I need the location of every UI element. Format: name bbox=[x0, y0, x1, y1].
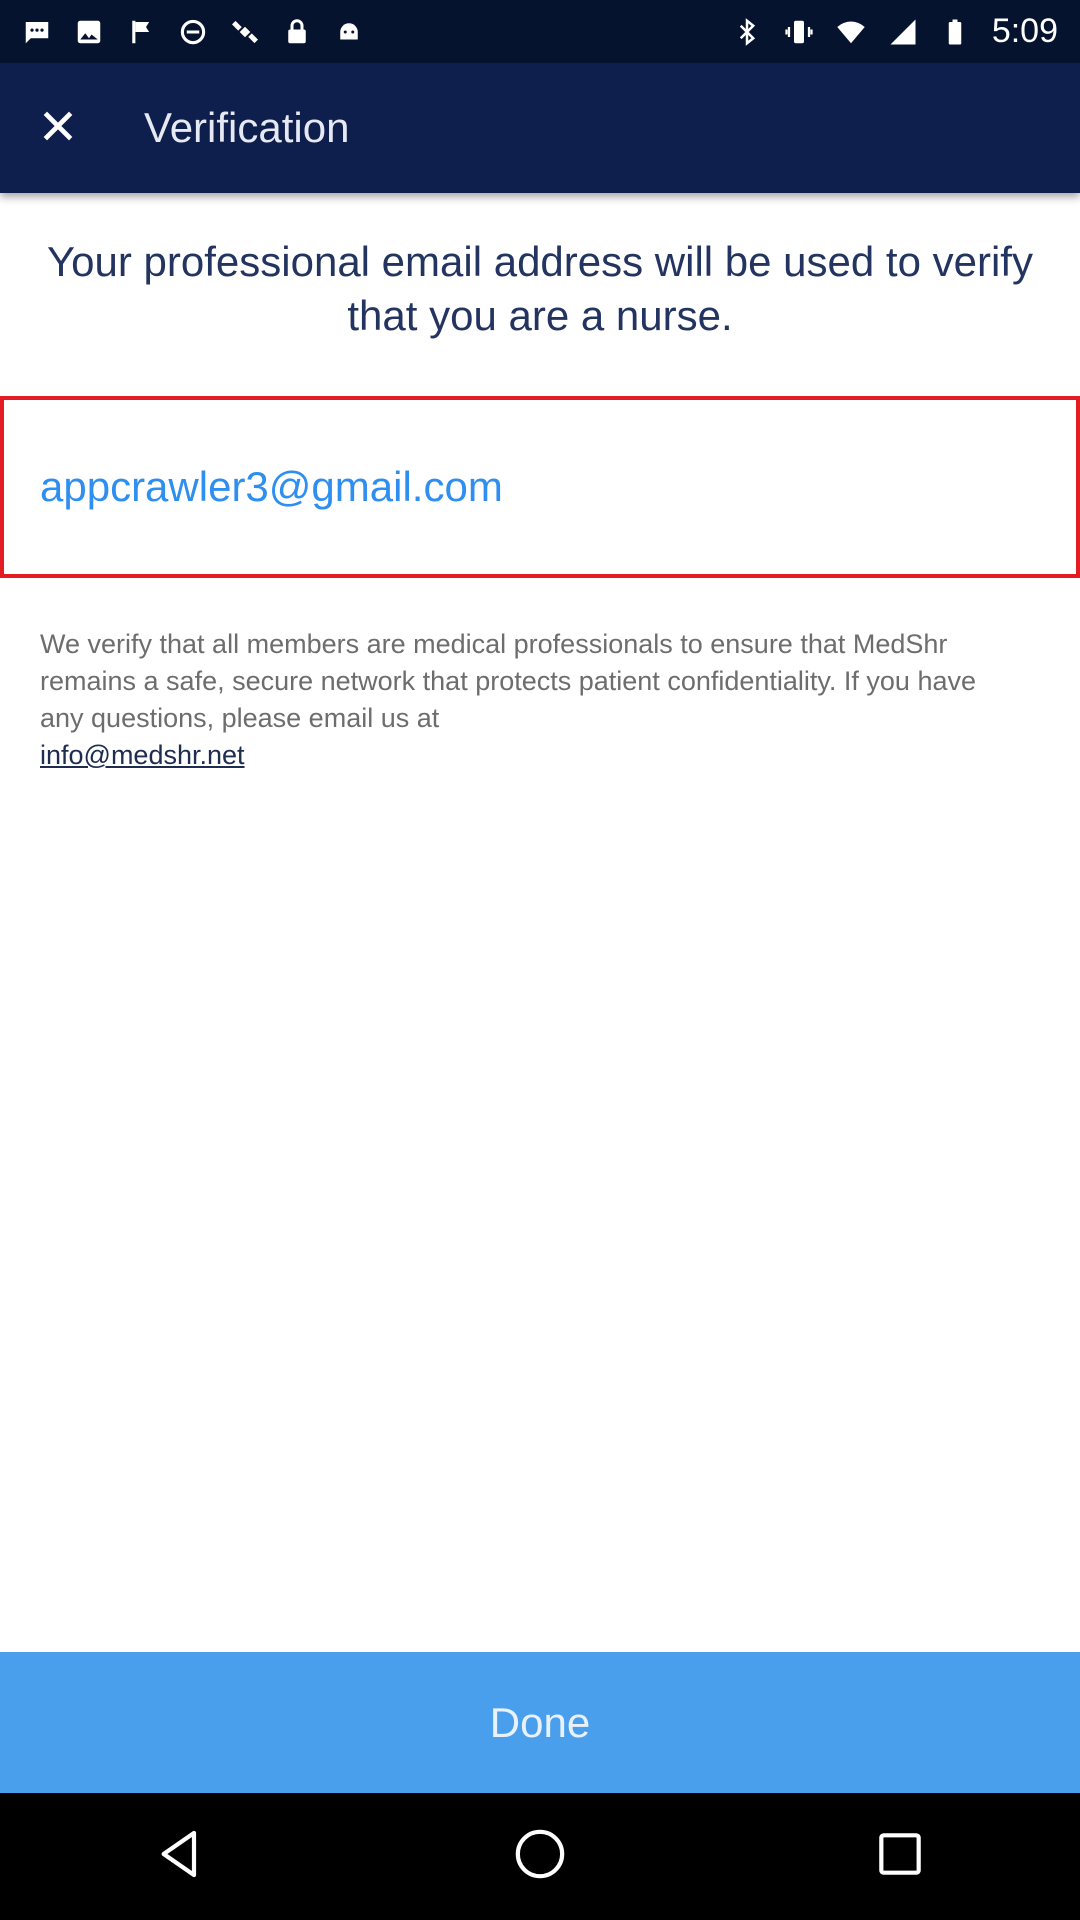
back-button[interactable] bbox=[120, 1807, 240, 1907]
recents-button[interactable] bbox=[840, 1807, 960, 1907]
page-title: Verification bbox=[144, 104, 350, 151]
wifi-icon bbox=[836, 17, 866, 47]
app-bar: Verification bbox=[0, 63, 1080, 193]
battery-icon bbox=[940, 17, 970, 47]
status-bar: 5:09 bbox=[0, 0, 1080, 63]
email-field-container[interactable] bbox=[0, 396, 1080, 578]
status-time: 5:09 bbox=[991, 12, 1058, 50]
status-right-icons: 5:09 bbox=[732, 12, 1058, 51]
intro-text: Your professional email address will be … bbox=[47, 238, 1033, 339]
email-field[interactable] bbox=[40, 463, 1020, 511]
vibrate-icon bbox=[784, 17, 814, 47]
close-button[interactable] bbox=[0, 63, 116, 193]
satellite-icon bbox=[230, 17, 260, 47]
message-icon bbox=[22, 17, 52, 47]
home-button[interactable] bbox=[480, 1807, 600, 1907]
image-icon bbox=[74, 17, 104, 47]
back-icon bbox=[152, 1826, 208, 1887]
home-icon bbox=[512, 1826, 568, 1887]
lock-icon bbox=[282, 17, 312, 47]
signal-icon bbox=[888, 17, 918, 47]
info-paragraph: We verify that all members are medical p… bbox=[40, 626, 1000, 774]
android-icon bbox=[334, 17, 364, 47]
flag-icon bbox=[126, 17, 156, 47]
block-icon bbox=[178, 17, 208, 47]
system-nav-bar bbox=[0, 1793, 1080, 1920]
support-email-link[interactable]: info@medshr.net bbox=[40, 740, 245, 770]
status-left-icons bbox=[22, 17, 364, 47]
recents-icon bbox=[872, 1826, 928, 1887]
bluetooth-icon bbox=[732, 17, 762, 47]
info-text: We verify that all members are medical p… bbox=[40, 629, 976, 733]
done-button[interactable]: Done bbox=[0, 1652, 1080, 1793]
close-icon bbox=[39, 107, 77, 150]
